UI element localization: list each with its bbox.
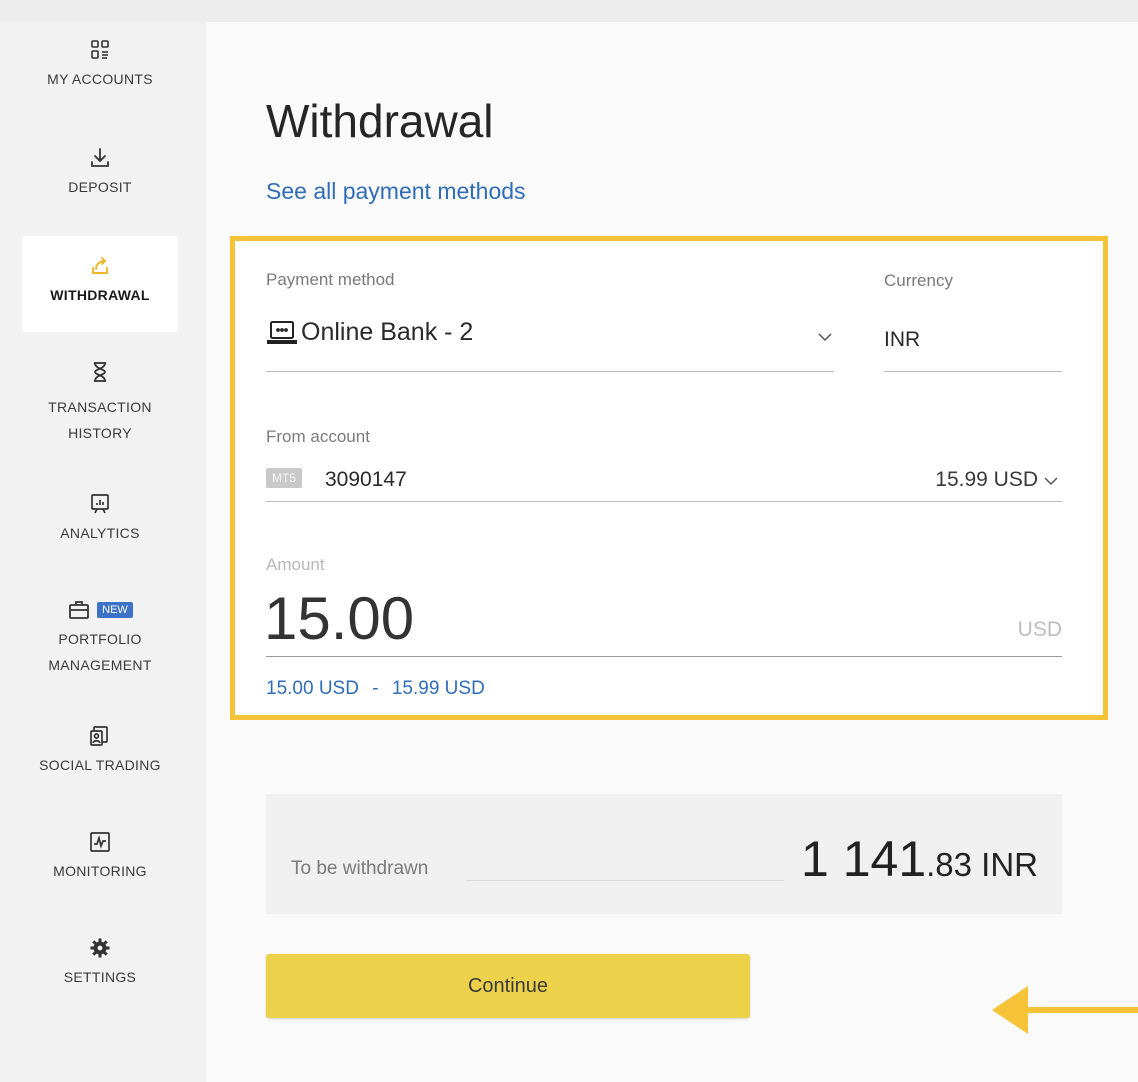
briefcase-icon xyxy=(69,601,90,619)
sidebar: MY ACCOUNTS DEPOSIT WITHDRAWAL TRANSACTI… xyxy=(0,22,200,1082)
page-title: Withdrawal xyxy=(266,95,494,147)
payment-method-underline xyxy=(266,371,834,372)
amount-unit: USD xyxy=(1017,618,1062,641)
gear-icon xyxy=(90,938,110,958)
new-badge: NEW xyxy=(97,602,133,618)
laptop-icon xyxy=(267,321,297,344)
sidebar-item-settings[interactable]: SETTINGS xyxy=(22,936,178,990)
sidebar-item-label: DEPOSIT xyxy=(68,179,132,195)
continue-button[interactable]: Continue xyxy=(266,954,750,1018)
account-number[interactable]: 3090147 xyxy=(325,468,407,492)
to-be-withdrawn-label: To be withdrawn xyxy=(291,858,429,879)
sidebar-item-label: SOCIAL TRADING xyxy=(39,757,161,773)
amount-range: 15.00 USD - 15.99 USD xyxy=(266,678,485,700)
to-be-withdrawn-decimal: .83 INR xyxy=(926,846,1038,883)
hourglass-icon xyxy=(94,362,106,382)
sidebar-item-label: TRANSACTION xyxy=(48,399,152,415)
sidebar-item-monitoring[interactable]: MONITORING xyxy=(22,830,178,884)
sidebar-item-label: WITHDRAWAL xyxy=(50,287,150,303)
mt5-badge: MT5 xyxy=(266,468,302,488)
amount-label: Amount xyxy=(266,555,325,574)
from-account-underline xyxy=(266,501,1062,502)
account-balance[interactable]: 15.99 USD xyxy=(935,468,1038,492)
amount-underline xyxy=(266,656,1062,657)
sidebar-item-withdrawal[interactable]: WITHDRAWAL xyxy=(22,236,178,332)
sidebar-item-label-line2: HISTORY xyxy=(68,425,132,441)
amount-input[interactable]: 15.00 xyxy=(264,584,414,653)
range-min: 15.00 USD xyxy=(266,678,359,699)
sidebar-item-label: SETTINGS xyxy=(63,969,137,985)
top-bar xyxy=(0,0,1138,22)
sidebar-item-transaction-history[interactable]: TRANSACTION HISTORY xyxy=(22,360,178,446)
social-trading-icon xyxy=(90,726,108,746)
sidebar-item-label: MONITORING xyxy=(53,863,147,879)
sidebar-item-social-trading[interactable]: SOCIAL TRADING xyxy=(22,724,178,778)
payment-method-value[interactable]: Online Bank - 2 xyxy=(301,318,473,347)
download-icon xyxy=(91,148,109,167)
sidebar-item-portfolio-management[interactable]: NEW PORTFOLIO MANAGEMENT xyxy=(22,598,178,678)
summary-dots xyxy=(466,880,784,881)
range-max: 15.99 USD xyxy=(391,678,485,699)
arrow-left-icon xyxy=(992,986,1138,1034)
upload-icon xyxy=(92,257,108,274)
to-be-withdrawn-integer: 1 141 xyxy=(801,831,927,887)
withdrawal-panel: Withdrawal See all payment methods Payme… xyxy=(206,22,1138,1082)
sidebar-item-deposit[interactable]: DEPOSIT xyxy=(22,146,178,200)
sidebar-item-label-line2: MANAGEMENT xyxy=(48,657,152,673)
range-separator: - xyxy=(372,678,379,699)
sidebar-item-label: MY ACCOUNTS xyxy=(47,71,153,87)
to-be-withdrawn-value: 1 141.83 INR xyxy=(801,830,1038,888)
portfolio-icon-row: NEW xyxy=(22,598,178,622)
withdrawal-summary: To be withdrawn 1 141.83 INR xyxy=(266,794,1062,914)
currency-label: Currency xyxy=(884,271,953,290)
analytics-board-icon xyxy=(91,494,109,514)
see-all-payment-methods-link[interactable]: See all payment methods xyxy=(266,178,526,205)
chevron-down-icon[interactable] xyxy=(1042,472,1060,490)
payment-method-label: Payment method xyxy=(266,270,395,289)
sidebar-item-label: PORTFOLIO xyxy=(58,631,142,647)
sidebar-item-analytics[interactable]: ANALYTICS xyxy=(22,492,178,546)
currency-value[interactable]: INR xyxy=(884,328,920,352)
currency-underline xyxy=(884,371,1062,372)
sidebar-item-my-accounts[interactable]: MY ACCOUNTS xyxy=(22,38,178,92)
from-account-label: From account xyxy=(266,427,370,446)
sidebar-item-label: ANALYTICS xyxy=(60,525,140,541)
monitoring-chart-icon xyxy=(90,832,110,852)
accounts-grid-icon xyxy=(91,40,109,59)
chevron-down-icon[interactable] xyxy=(816,328,834,346)
